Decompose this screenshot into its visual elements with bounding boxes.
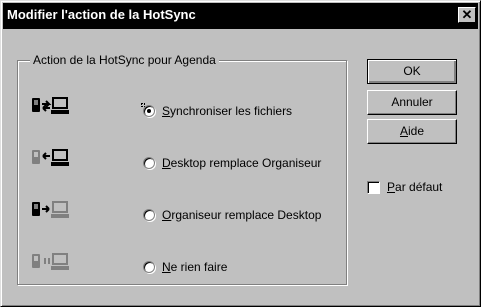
handheld-to-desktop-icon: [31, 199, 71, 221]
radio-do-nothing-button[interactable]: [143, 261, 155, 273]
radio-do-nothing-label: Ne rien faire: [162, 260, 228, 274]
ok-button[interactable]: OK: [367, 59, 457, 84]
cancel-button[interactable]: Annuler: [367, 90, 457, 115]
desktop-to-handheld-icon: [31, 147, 71, 169]
radio-sync-files-button[interactable]: [143, 105, 155, 117]
radio-handheld-overwrites-label: Organiseur remplace Desktop: [162, 208, 322, 222]
hotsync-action-group: Action de la HotSync pour Agenda Synchro…: [17, 53, 347, 285]
close-icon: ✕: [461, 7, 473, 22]
radio-sync-files-label: Synchroniser les fichiers: [162, 104, 293, 118]
title-bar[interactable]: Modifier l'action de la HotSync ✕: [3, 3, 478, 29]
radio-handheld-overwrites-button[interactable]: [143, 209, 155, 221]
radio-desktop-overwrites-button[interactable]: [143, 157, 155, 169]
default-checkbox-label: Par défaut: [387, 180, 443, 194]
close-button[interactable]: ✕: [458, 7, 476, 23]
hotsync-dialog: Modifier l'action de la HotSync ✕ Action…: [0, 0, 481, 307]
sync-both-icon: [31, 95, 71, 117]
help-button[interactable]: Aide: [367, 119, 457, 144]
dialog-title: Modifier l'action de la HotSync: [7, 7, 196, 22]
group-legend: Action de la HotSync pour Agenda: [30, 53, 219, 67]
default-checkbox-box[interactable]: [367, 181, 380, 194]
do-nothing-icon: [31, 251, 71, 273]
radio-desktop-overwrites-label: Desktop remplace Organiseur: [162, 156, 322, 170]
